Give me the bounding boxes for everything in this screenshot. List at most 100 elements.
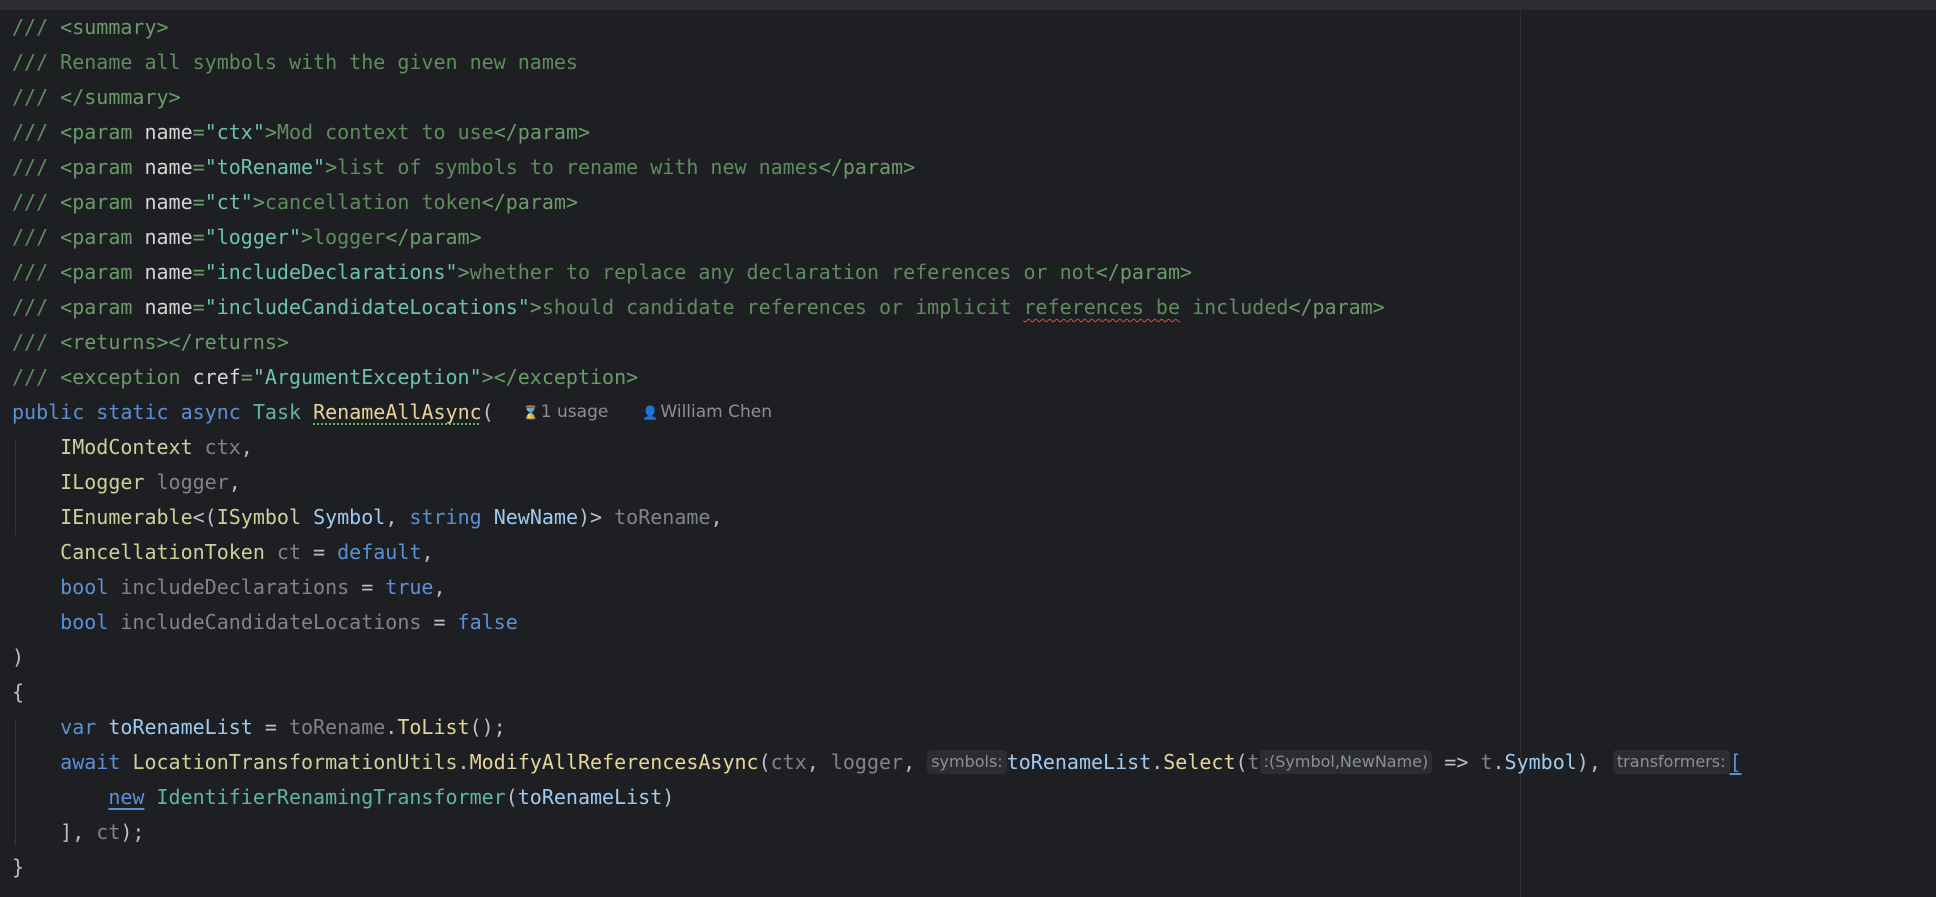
spelling-warning-text[interactable]: references be [1023,295,1180,319]
code-line-14[interactable]: ILogger logger, [12,465,241,500]
code-line-18[interactable]: bool includeCandidateLocations = false [12,605,518,640]
code-line-17[interactable]: bool includeDeclarations = true, [12,570,445,605]
doc-attr: name [144,260,193,284]
comment-prefix: /// [12,120,61,144]
punctuation: = [421,610,458,634]
param-name[interactable]: includeDeclarations [120,575,349,599]
local-variable[interactable]: toRenameList [108,715,253,739]
code-line-4[interactable]: /// <param name="ctx">Mod context to use… [12,115,590,150]
comment-prefix: /// [12,50,61,74]
lambda-param[interactable]: t [1248,750,1260,774]
keyword: false [457,610,518,634]
code-line-9[interactable]: /// <param name="includeCandidateLocatio… [12,290,1385,325]
code-line-25[interactable]: } [12,850,24,885]
collection-bracket[interactable]: [ [1730,750,1742,774]
code-line-22[interactable]: await LocationTransformationUtils.Modify… [12,745,1742,780]
doc-attr-value: "ArgumentException" [252,365,482,389]
class-name[interactable]: IdentifierRenamingTransformer [157,785,506,809]
tuple-field[interactable]: NewName [494,505,578,529]
code-line-5[interactable]: /// <param name="toRename">list of symbo… [12,150,915,185]
punctuation: = [349,575,386,599]
doc-tag: > [457,260,470,284]
method-call[interactable]: ModifyAllReferencesAsync [470,750,759,774]
doc-tag: <exception [60,365,193,389]
keyword[interactable]: new [108,785,144,809]
punctuation: . [1151,750,1164,774]
lambda-param[interactable]: t [1480,750,1492,774]
author-inlay[interactable]: 👤 William Chen [637,400,777,426]
doc-attr: name [144,155,193,179]
param-name[interactable]: toRename [614,505,710,529]
code-line-3[interactable]: /// </summary> [12,80,181,115]
code-line-20[interactable]: { [12,675,24,710]
code-editor[interactable]: /// <summary> /// Rename all symbols wit… [0,10,1936,897]
punctuation: ( [758,750,771,774]
code-line-11[interactable]: /// <exception cref="ArgumentException">… [12,360,638,395]
comment-prefix: /// [12,295,61,319]
local-variable[interactable]: toRenameList [1007,750,1152,774]
code-line-1[interactable]: /// <summary> [12,10,169,45]
keyword: true [385,575,434,599]
method-name[interactable]: RenameAllAsync [313,400,482,424]
method-call[interactable]: Select [1163,750,1235,774]
code-line-16[interactable]: CancellationToken ct = default, [12,535,433,570]
person-icon: 👤 [642,406,659,421]
tuple-field[interactable]: Symbol [313,505,385,529]
doc-tag: <param [60,155,145,179]
code-line-23[interactable]: new IdentifierRenamingTransformer(toRena… [12,780,674,815]
tuple-field[interactable]: Symbol [1505,750,1577,774]
doc-attr-value: "ct" [204,190,253,214]
return-type[interactable]: Task [253,400,301,424]
punctuation: , [710,505,723,529]
doc-tag: <param [60,295,145,319]
argument[interactable]: ctx [771,750,807,774]
doc-text: list of symbols to rename with new names [337,155,819,179]
code-line-13[interactable]: IModContext ctx, [12,430,253,465]
author-name: William Chen [660,402,773,422]
code-line-8[interactable]: /// <param name="includeDeclarations">wh… [12,255,1192,290]
code-line-15[interactable]: IEnumerable<(ISymbol Symbol, string NewN… [12,500,723,535]
param-type[interactable]: IModContext [60,435,192,459]
param-type[interactable]: ILogger [60,470,144,494]
keyword: default [337,540,422,564]
code-line-21[interactable]: var toRenameList = toRename.ToList(); [12,710,506,745]
code-line-2[interactable]: /// Rename all symbols with the given ne… [12,45,578,80]
param-name[interactable]: ctx [205,435,241,459]
code-line-7[interactable]: /// <param name="logger">logger</param> [12,220,482,255]
keyword: await [60,750,121,774]
argument[interactable]: logger [831,750,903,774]
argument[interactable]: ct [96,820,120,844]
punctuation: = [301,540,338,564]
punctuation: . [457,750,470,774]
param-name[interactable]: ct [277,540,301,564]
punctuation: <( [192,505,217,529]
punctuation: ) [12,645,25,669]
punctuation: } [12,855,25,879]
doc-text: should candidate references or implicit [541,295,1024,319]
doc-tag: > [301,225,314,249]
keyword: bool [60,575,109,599]
class-name[interactable]: LocationTransformationUtils [132,750,457,774]
code-line-6[interactable]: /// <param name="ct">cancellation token<… [12,185,578,220]
comment-prefix: /// [12,15,61,39]
comment-prefix: /// [12,85,61,109]
method-signature-line[interactable]: public static async Task RenameAllAsync(… [12,395,777,430]
tuple-type[interactable]: ISymbol [217,505,301,529]
doc-tag: </param> [818,155,916,179]
code-line-19[interactable]: ) [12,640,24,675]
param-type[interactable]: IEnumerable [60,505,192,529]
param-type[interactable]: CancellationToken [60,540,265,564]
param-name[interactable]: includeCandidateLocations [120,610,421,634]
usage-inlay[interactable]: ⌛ 1 usage [518,400,614,426]
code-line-24[interactable]: ], ct); [12,815,144,850]
doc-eq: = [192,120,205,144]
punctuation: ( [505,785,518,809]
param-name[interactable]: toRename [289,715,385,739]
doc-tag: </summary> [60,85,181,109]
doc-tag: > [325,155,338,179]
param-name[interactable]: logger [157,470,229,494]
type-hint: :(Symbol,NewName) [1259,750,1433,774]
method-call[interactable]: ToList [397,715,469,739]
code-line-10[interactable]: /// <returns></returns> [12,325,289,360]
local-variable[interactable]: toRenameList [518,785,663,809]
